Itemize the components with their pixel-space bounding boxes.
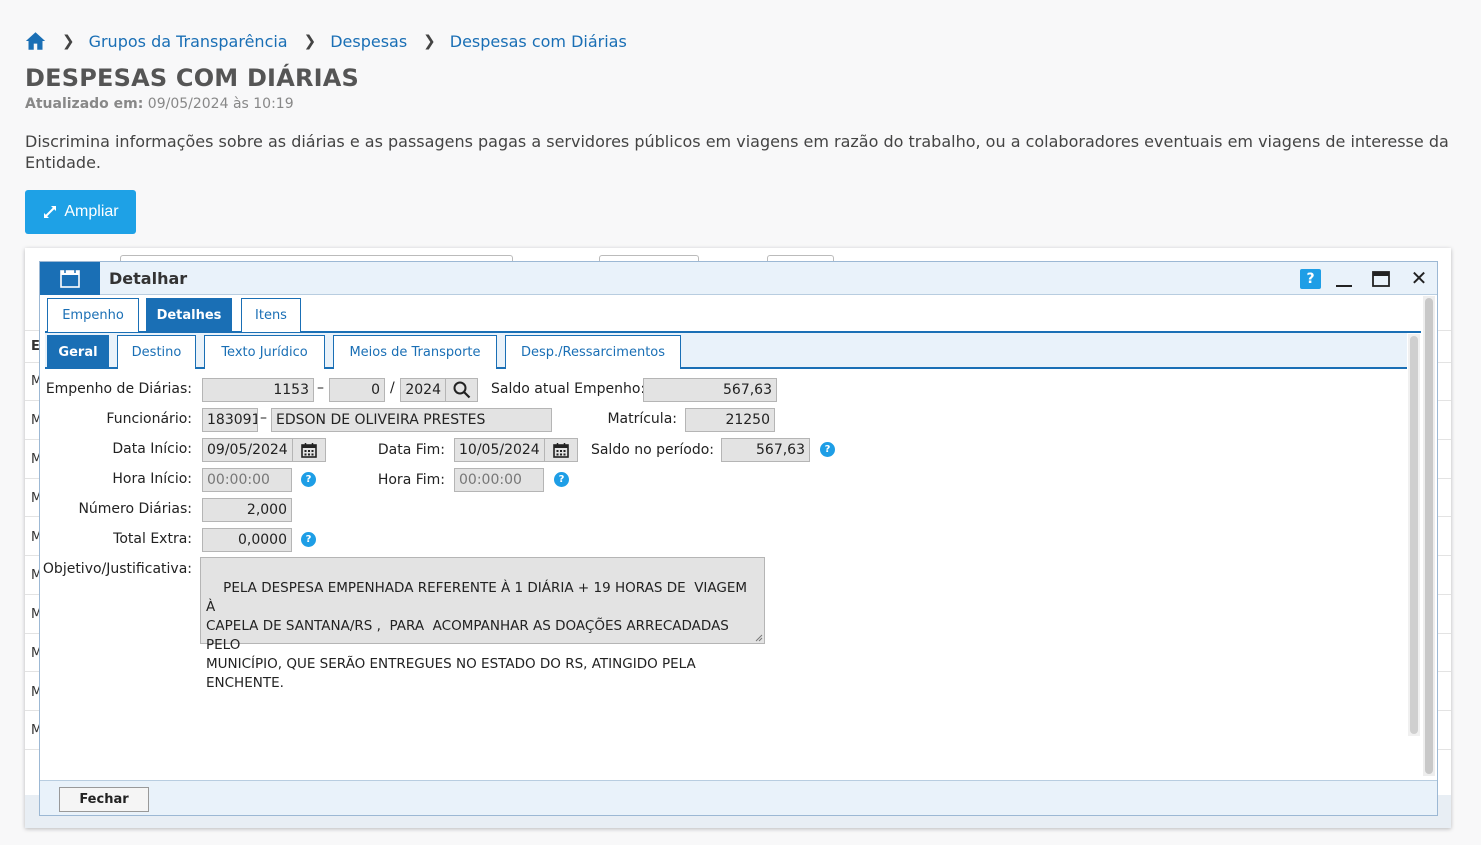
hora-inicio-label: Hora Início: <box>112 471 192 487</box>
funcionario-label: Funcionário: <box>106 411 192 427</box>
tab-geral[interactable]: Geral <box>47 335 109 369</box>
dialog-window-icon-box <box>40 262 100 295</box>
tab-destino[interactable]: Destino <box>117 335 196 369</box>
dialog-footer: Fechar <box>40 780 1437 815</box>
data-fim-field[interactable]: 10/05/2024 <box>454 438 545 462</box>
data-inicio-calendar-button[interactable] <box>293 438 326 462</box>
data-inicio-field[interactable]: 09/05/2024 <box>202 438 293 462</box>
data-inicio-label: Data Início: <box>112 441 192 457</box>
empenho-sub-field[interactable]: 0 <box>329 378 385 402</box>
tab-texto-juridico[interactable]: Texto Jurídico <box>204 335 325 369</box>
total-extra-help-icon[interactable]: ? <box>301 532 316 547</box>
hora-fim-field[interactable]: 00:00:00 <box>454 468 544 492</box>
empenho-numero-field[interactable]: 1153 <box>202 378 314 402</box>
matricula-field[interactable]: 21250 <box>685 408 775 432</box>
updated-label: Atualizado em: <box>25 96 144 112</box>
hora-fim-label: Hora Fim: <box>377 472 445 488</box>
funcionario-codigo-field[interactable]: 183091 <box>202 408 258 432</box>
data-fim-label: Data Fim: <box>377 442 445 458</box>
help-button[interactable]: ? <box>1300 269 1321 289</box>
dialog-title: Detalhar <box>109 269 188 288</box>
calendar-icon <box>301 443 317 458</box>
maximize-icon[interactable] <box>1372 270 1390 288</box>
ampliar-button[interactable]: Ampliar <box>25 190 136 234</box>
objetivo-text: PELA DESPESA EMPENHADA REFERENTE À 1 DIÁ… <box>206 580 748 691</box>
sub-tabbar: Geral Destino Texto Jurídico Meios de Tr… <box>45 333 1407 369</box>
tab-meios-transporte[interactable]: Meios de Transporte <box>333 335 497 369</box>
window-icon <box>60 269 80 288</box>
chevron-right-icon: ❯ <box>62 32 75 50</box>
empenho-search-button[interactable] <box>446 378 478 402</box>
breadcrumb-item-diarias[interactable]: Despesas com Diárias <box>450 32 627 51</box>
page-description: Discrimina informações sobre as diárias … <box>25 132 1449 172</box>
breadcrumb-item-despesas[interactable]: Despesas <box>330 32 407 51</box>
home-icon[interactable] <box>25 31 46 51</box>
objetivo-textarea[interactable]: PELA DESPESA EMPENHADA REFERENTE À 1 DIÁ… <box>200 557 765 691</box>
fechar-button[interactable]: Fechar <box>59 787 149 812</box>
breadcrumb: ❯ Grupos da Transparência ❯ Despesas ❯ D… <box>25 31 627 51</box>
saldo-periodo-label: Saldo no período: <box>590 442 714 458</box>
ampliar-label: Ampliar <box>64 203 119 220</box>
empenho-ano-field[interactable]: 2024 <box>400 378 446 402</box>
tab-itens[interactable]: Itens <box>241 298 301 332</box>
close-icon[interactable]: ✕ <box>1410 268 1428 288</box>
minimize-icon[interactable] <box>1335 270 1353 288</box>
chevron-right-icon: ❯ <box>303 32 317 50</box>
hora-inicio-field[interactable]: 00:00:00 <box>202 468 292 492</box>
tab-detalhes[interactable]: Detalhes <box>146 298 232 332</box>
empenho-label: Empenho de Diárias: <box>45 381 192 397</box>
separator-slash: / <box>390 380 395 396</box>
saldo-atual-field[interactable]: 567,63 <box>643 378 777 402</box>
matricula-label: Matrícula: <box>607 411 677 427</box>
expand-icon <box>44 206 57 218</box>
separator-dash: – <box>317 380 324 396</box>
inner-scrollbar-thumb[interactable] <box>1410 336 1418 734</box>
total-extra-field[interactable]: 0,0000 <box>202 528 292 552</box>
resize-handle-icon[interactable] <box>755 634 763 642</box>
separator-dash: – <box>260 410 267 426</box>
page-title: DESPESAS COM DIÁRIAS <box>25 64 360 92</box>
inner-scrollbar[interactable] <box>1408 334 1420 736</box>
total-extra-label: Total Extra: <box>113 531 192 547</box>
updated-value: 09/05/2024 às 10:19 <box>147 96 294 112</box>
saldo-periodo-field[interactable]: 567,63 <box>721 438 810 462</box>
updated-info: Atualizado em: 09/05/2024 às 10:19 <box>25 96 294 112</box>
numero-diarias-label: Número Diárias: <box>78 501 192 517</box>
breadcrumb-item-grupos[interactable]: Grupos da Transparência <box>89 32 288 51</box>
funcionario-nome-field[interactable]: EDSON DE OLIVEIRA PRESTES <box>271 408 552 432</box>
outer-scrollbar-thumb[interactable] <box>1425 298 1433 774</box>
chevron-right-icon: ❯ <box>423 32 436 50</box>
hora-inicio-help-icon[interactable]: ? <box>301 472 316 487</box>
saldo-atual-label: Saldo atual Empenho: <box>491 381 646 397</box>
outer-scrollbar[interactable] <box>1423 296 1435 776</box>
hora-fim-help-icon[interactable]: ? <box>554 472 569 487</box>
tab-empenho[interactable]: Empenho <box>47 298 139 332</box>
main-tabbar: Empenho Detalhes Itens <box>45 296 1421 333</box>
saldo-periodo-help-icon[interactable]: ? <box>820 442 835 457</box>
detalhar-dialog: Detalhar ? ✕ Empenho Detalhes Itens Gera… <box>39 261 1438 816</box>
objetivo-label: Objetivo/Justificativa: <box>42 561 192 577</box>
numero-diarias-field[interactable]: 2,000 <box>202 498 292 522</box>
dialog-titlebar[interactable]: Detalhar ? ✕ <box>40 262 1437 295</box>
data-fim-calendar-button[interactable] <box>545 438 578 462</box>
tab-desp-ressarcimentos[interactable]: Desp./Ressarcimentos <box>505 335 681 369</box>
calendar-icon <box>553 443 569 458</box>
search-icon <box>453 381 470 399</box>
